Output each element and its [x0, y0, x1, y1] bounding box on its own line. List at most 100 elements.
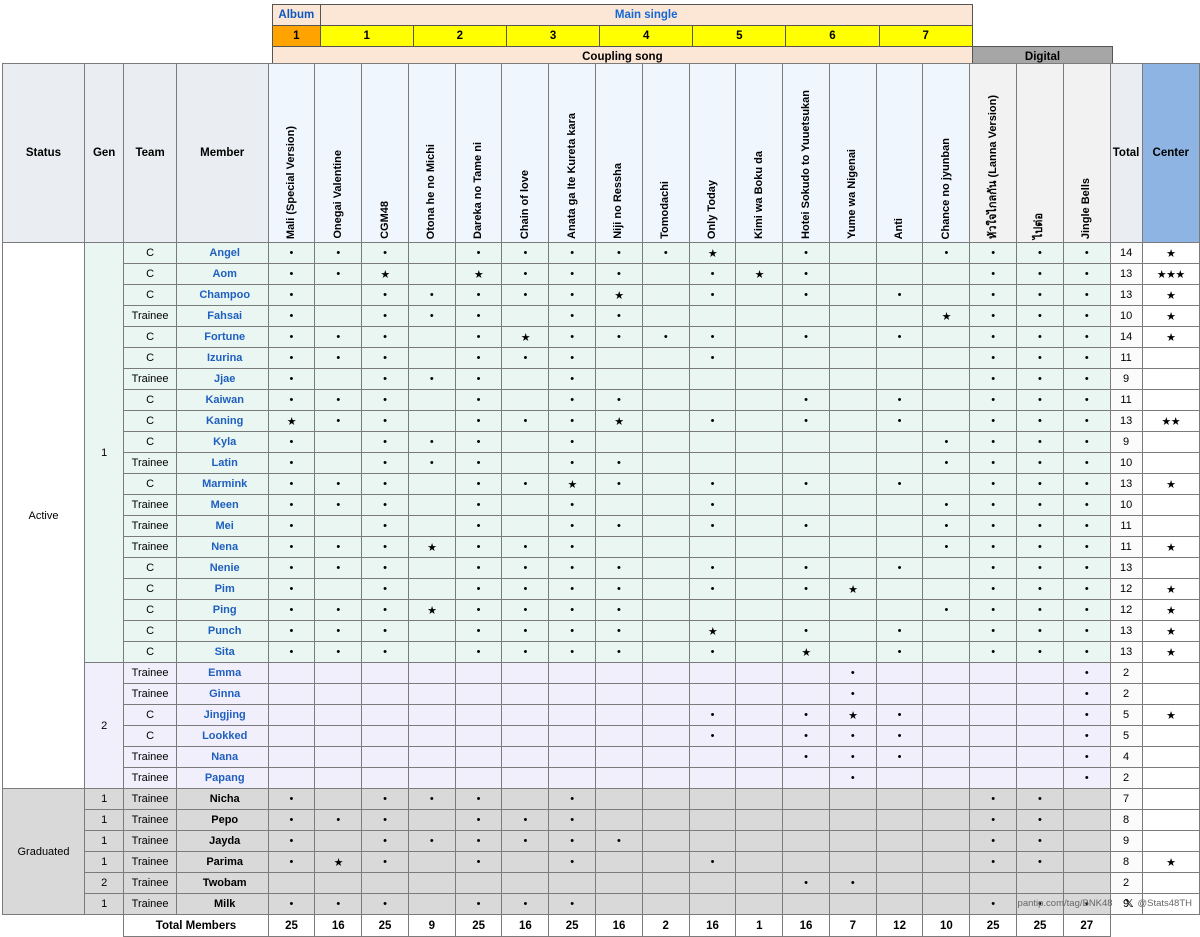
participation-dot-cell: • [1063, 369, 1110, 390]
empty-cell [642, 831, 689, 852]
member-name-cell[interactable]: Aom [176, 264, 268, 285]
participation-dot-cell: • [596, 306, 643, 327]
center-mark-cell: ★ [829, 705, 876, 726]
participation-dot-cell: • [783, 285, 830, 306]
participation-dot-cell: • [689, 642, 736, 663]
participation-dot-cell: • [689, 348, 736, 369]
participation-dot-cell: • [876, 726, 923, 747]
total-members-value: 27 [1063, 915, 1110, 937]
member-name-cell[interactable]: Parima [176, 852, 268, 873]
member-name-cell[interactable]: Pim [176, 579, 268, 600]
col-header-song-10: Kimi wa Boku da [736, 64, 783, 243]
participation-dot-cell: • [1017, 789, 1064, 810]
member-name-cell[interactable]: Lookked [176, 726, 268, 747]
participation-dot-cell: • [268, 831, 315, 852]
member-name-cell[interactable]: Fortune [176, 327, 268, 348]
empty-cell [876, 516, 923, 537]
total-members-value: 25 [1017, 915, 1064, 937]
participation-dot-cell: • [970, 348, 1017, 369]
participation-dot-cell: • [549, 306, 596, 327]
member-name-cell[interactable]: Nena [176, 537, 268, 558]
member-name-cell[interactable]: Nenie [176, 558, 268, 579]
participation-dot-cell: • [783, 705, 830, 726]
member-name-cell[interactable]: Emma [176, 663, 268, 684]
participation-dot-cell: • [970, 390, 1017, 411]
gen-group-cell: 2 [84, 663, 123, 789]
source-link[interactable]: pantip.com/tag/BNK48 [1018, 898, 1113, 909]
member-name-cell[interactable]: Nicha [176, 789, 268, 810]
empty-cell [642, 453, 689, 474]
member-name-cell[interactable]: Marmink [176, 474, 268, 495]
participation-dot-cell: • [876, 474, 923, 495]
participation-dot-cell: • [1017, 537, 1064, 558]
empty-cell [736, 369, 783, 390]
member-name-cell[interactable]: Angel [176, 243, 268, 264]
participation-dot-cell: • [596, 243, 643, 264]
participation-dot-cell: • [268, 264, 315, 285]
song-title-label: Chain of love [520, 167, 531, 239]
center-mark-cell: ★ [549, 474, 596, 495]
empty-cell [408, 747, 455, 768]
member-name-cell[interactable]: Izurina [176, 348, 268, 369]
member-name-cell[interactable]: Papang [176, 768, 268, 789]
member-name-cell[interactable]: Jayda [176, 831, 268, 852]
member-name-cell[interactable]: Fahsai [176, 306, 268, 327]
member-name-cell[interactable]: Kyla [176, 432, 268, 453]
empty-cell [876, 306, 923, 327]
participation-dot-cell: • [408, 306, 455, 327]
empty-cell [829, 642, 876, 663]
single-number-1: 1 [320, 26, 413, 47]
member-name-cell[interactable]: Meen [176, 495, 268, 516]
empty-cell [268, 663, 315, 684]
member-name-cell[interactable]: Pepo [176, 810, 268, 831]
empty-cell [642, 579, 689, 600]
empty-cell [362, 663, 409, 684]
empty-cell [736, 411, 783, 432]
participation-dot-cell: • [970, 327, 1017, 348]
participation-dot-cell: • [502, 579, 549, 600]
empty-cell [596, 768, 643, 789]
row-total-cell: 13 [1110, 474, 1142, 495]
participation-dot-cell: • [315, 327, 362, 348]
member-name-cell[interactable]: Champoo [176, 285, 268, 306]
participation-dot-cell: • [362, 810, 409, 831]
member-name-cell[interactable]: Twobam [176, 873, 268, 894]
empty-cell [268, 726, 315, 747]
center-mark-cell: ★ [268, 411, 315, 432]
member-name-cell[interactable]: Milk [176, 894, 268, 915]
empty-cell [783, 537, 830, 558]
empty-cell [642, 348, 689, 369]
member-name-cell[interactable]: Nana [176, 747, 268, 768]
empty-cell [689, 663, 736, 684]
participation-dot-cell: • [455, 369, 502, 390]
empty-cell [829, 789, 876, 810]
empty-cell [970, 726, 1017, 747]
participation-dot-cell: • [783, 411, 830, 432]
team-cell: Trainee [124, 852, 176, 873]
empty-cell [642, 642, 689, 663]
empty-cell [923, 264, 970, 285]
empty-cell [736, 684, 783, 705]
member-name-cell[interactable]: Kaiwan [176, 390, 268, 411]
participation-dot-cell: • [689, 726, 736, 747]
participation-dot-cell: • [783, 243, 830, 264]
member-name-cell[interactable]: Jingjing [176, 705, 268, 726]
participation-dot-cell: • [876, 642, 923, 663]
member-name-cell[interactable]: Sita [176, 642, 268, 663]
song-title-label: Otona he no Michi [426, 141, 437, 239]
participation-dot-cell: • [549, 411, 596, 432]
empty-cell [923, 663, 970, 684]
member-name-cell[interactable]: Ping [176, 600, 268, 621]
member-name-cell[interactable]: Jjae [176, 369, 268, 390]
member-name-cell[interactable]: Ginna [176, 684, 268, 705]
participation-dot-cell: • [502, 810, 549, 831]
member-name-cell[interactable]: Kaning [176, 411, 268, 432]
participation-dot-cell: • [1063, 537, 1110, 558]
empty-cell [455, 768, 502, 789]
empty-cell [642, 369, 689, 390]
member-name-cell[interactable]: Mei [176, 516, 268, 537]
member-name-cell[interactable]: Punch [176, 621, 268, 642]
member-name-cell[interactable]: Latin [176, 453, 268, 474]
empty-cell [408, 264, 455, 285]
participation-dot-cell: • [549, 537, 596, 558]
